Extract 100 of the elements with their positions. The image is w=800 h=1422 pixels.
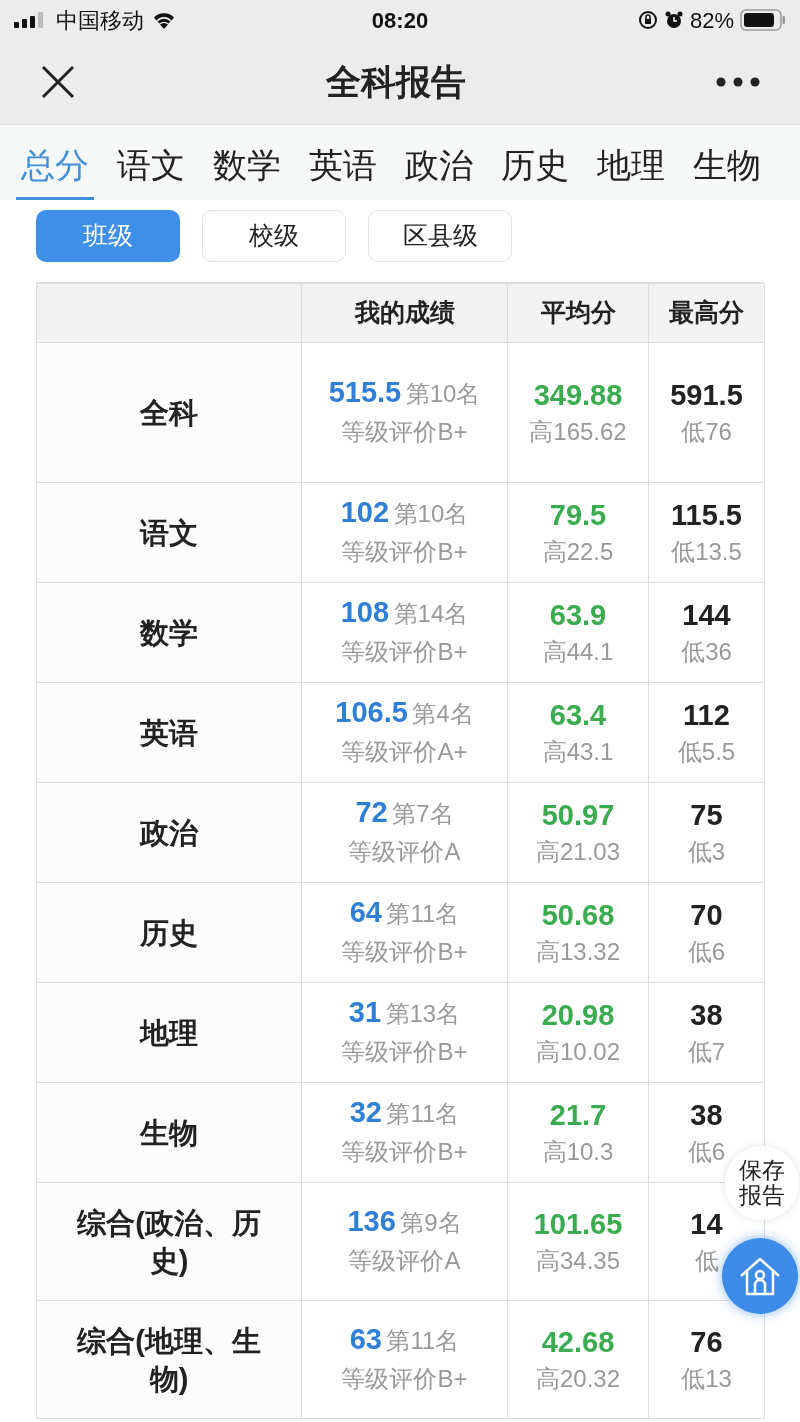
average-gap: 高165.62	[529, 416, 627, 447]
column-header: 最高分	[669, 297, 744, 329]
subject-tab[interactable]: 历史	[496, 140, 574, 200]
max-gap: 低7	[687, 1036, 726, 1067]
subject-label: 英语	[140, 715, 198, 751]
score-value: 32	[349, 1096, 382, 1128]
subject-label: 综合(政治、历史)	[76, 1205, 262, 1279]
grade-text: 等级评价B+	[341, 537, 468, 567]
grade-text: 等级评价A	[348, 837, 461, 867]
subject-tab[interactable]: 语文	[112, 140, 190, 200]
max-value: 112	[683, 697, 730, 733]
grade-text: 等级评价B+	[341, 937, 468, 967]
rotation-lock-icon	[637, 10, 658, 30]
wifi-icon	[152, 11, 176, 29]
max-value: 591.5	[670, 377, 743, 413]
max-value: 14	[690, 1206, 723, 1242]
average-gap: 高20.32	[535, 1363, 621, 1394]
average-value: 21.7	[549, 1097, 607, 1133]
max-gap: 低6	[687, 1136, 726, 1167]
grade-text: 等级评价B+	[341, 417, 468, 447]
average-gap: 高44.1	[542, 636, 614, 667]
average-gap: 高34.35	[535, 1245, 621, 1276]
score-value: 102	[340, 496, 390, 528]
average-value: 20.98	[541, 997, 615, 1033]
score-value: 136	[347, 1205, 396, 1237]
max-value: 70	[690, 897, 723, 933]
grade-text: 等级评价B+	[341, 1037, 468, 1067]
home-icon	[739, 1256, 781, 1296]
carrier-name: 中国移动	[56, 6, 144, 35]
rank-text: 第11名	[386, 1100, 460, 1127]
max-value: 38	[690, 1097, 723, 1133]
subject-tab[interactable]: 数学	[208, 140, 286, 200]
max-gap: 低36	[681, 636, 732, 667]
subject-label: 生物	[140, 1115, 198, 1151]
average-value: 63.4	[549, 697, 607, 733]
grade-text: 等级评价A+	[341, 737, 468, 767]
subject-tab[interactable]: 英语	[304, 140, 382, 200]
average-value: 101.65	[533, 1206, 623, 1242]
average-value: 63.9	[549, 597, 607, 633]
subject-tab[interactable]: 地理	[592, 140, 670, 200]
save-report-button[interactable]: 保存报告	[725, 1146, 799, 1220]
rank-text: 第10名	[393, 500, 469, 527]
score-value: 515.5	[328, 376, 402, 408]
rank-text: 第14名	[393, 600, 469, 627]
max-gap: 低3	[687, 836, 726, 867]
grade-text: 等级评价B+	[341, 1137, 468, 1167]
rank-text: 第13名	[385, 1000, 461, 1027]
average-gap: 高21.03	[535, 836, 621, 867]
grade-text: 等级评价B+	[341, 1364, 468, 1394]
alarm-icon	[663, 10, 684, 30]
average-value: 79.5	[549, 497, 607, 533]
average-value: 50.97	[541, 797, 615, 833]
subject-label: 全科	[140, 395, 198, 431]
subject-label: 历史	[140, 915, 198, 951]
rank-text: 第4名	[412, 700, 474, 727]
home-button[interactable]	[722, 1238, 798, 1314]
score-value: 108	[340, 596, 390, 628]
score-value: 63	[349, 1323, 382, 1355]
max-value: 75	[690, 797, 723, 833]
subject-label: 数学	[140, 615, 198, 651]
average-value: 50.68	[541, 897, 615, 933]
max-value: 38	[690, 997, 723, 1033]
max-value: 76	[690, 1324, 723, 1360]
subject-tab[interactable]: 政治	[400, 140, 478, 200]
average-value: 349.88	[533, 377, 623, 413]
grade-text: 等级评价B+	[341, 637, 468, 667]
scope-button[interactable]: 区县级	[368, 210, 512, 262]
average-gap: 高10.02	[535, 1036, 621, 1067]
rank-text: 第9名	[400, 1209, 462, 1236]
max-gap: 低76	[681, 416, 732, 447]
average-gap: 高13.32	[535, 936, 621, 967]
max-gap: 低6	[687, 936, 726, 967]
battery-icon	[740, 9, 786, 31]
grade-text: 等级评价A	[348, 1246, 461, 1276]
column-header: 平均分	[540, 297, 616, 329]
subject-tab[interactable]: 生物	[688, 140, 766, 200]
more-icon[interactable]	[716, 77, 760, 87]
subject-label: 地理	[140, 1015, 198, 1051]
column-header: 我的成绩	[354, 297, 455, 329]
score-value: 106.5	[335, 696, 408, 728]
clock-time: 08:20	[370, 6, 430, 35]
max-value: 144	[682, 597, 731, 633]
max-gap: 低	[694, 1245, 719, 1276]
close-icon[interactable]	[40, 64, 76, 100]
average-gap: 高10.3	[542, 1136, 614, 1167]
max-value: 115.5	[671, 497, 742, 533]
scope-button[interactable]: 校级	[202, 210, 346, 262]
max-gap: 低13	[681, 1363, 732, 1394]
average-value: 42.68	[541, 1324, 615, 1360]
battery-percent: 82%	[689, 6, 734, 35]
rank-text: 第11名	[386, 1327, 460, 1354]
subject-label: 综合(地理、生物)	[76, 1323, 262, 1397]
subject-label: 语文	[140, 515, 198, 551]
score-value: 72	[355, 796, 388, 828]
subject-label: 政治	[140, 815, 198, 851]
score-value: 31	[348, 996, 382, 1028]
max-gap: 低13.5	[671, 536, 742, 567]
rank-text: 第11名	[386, 900, 460, 927]
max-gap: 低5.5	[677, 736, 736, 767]
page-title: 全科报告	[325, 60, 467, 103]
